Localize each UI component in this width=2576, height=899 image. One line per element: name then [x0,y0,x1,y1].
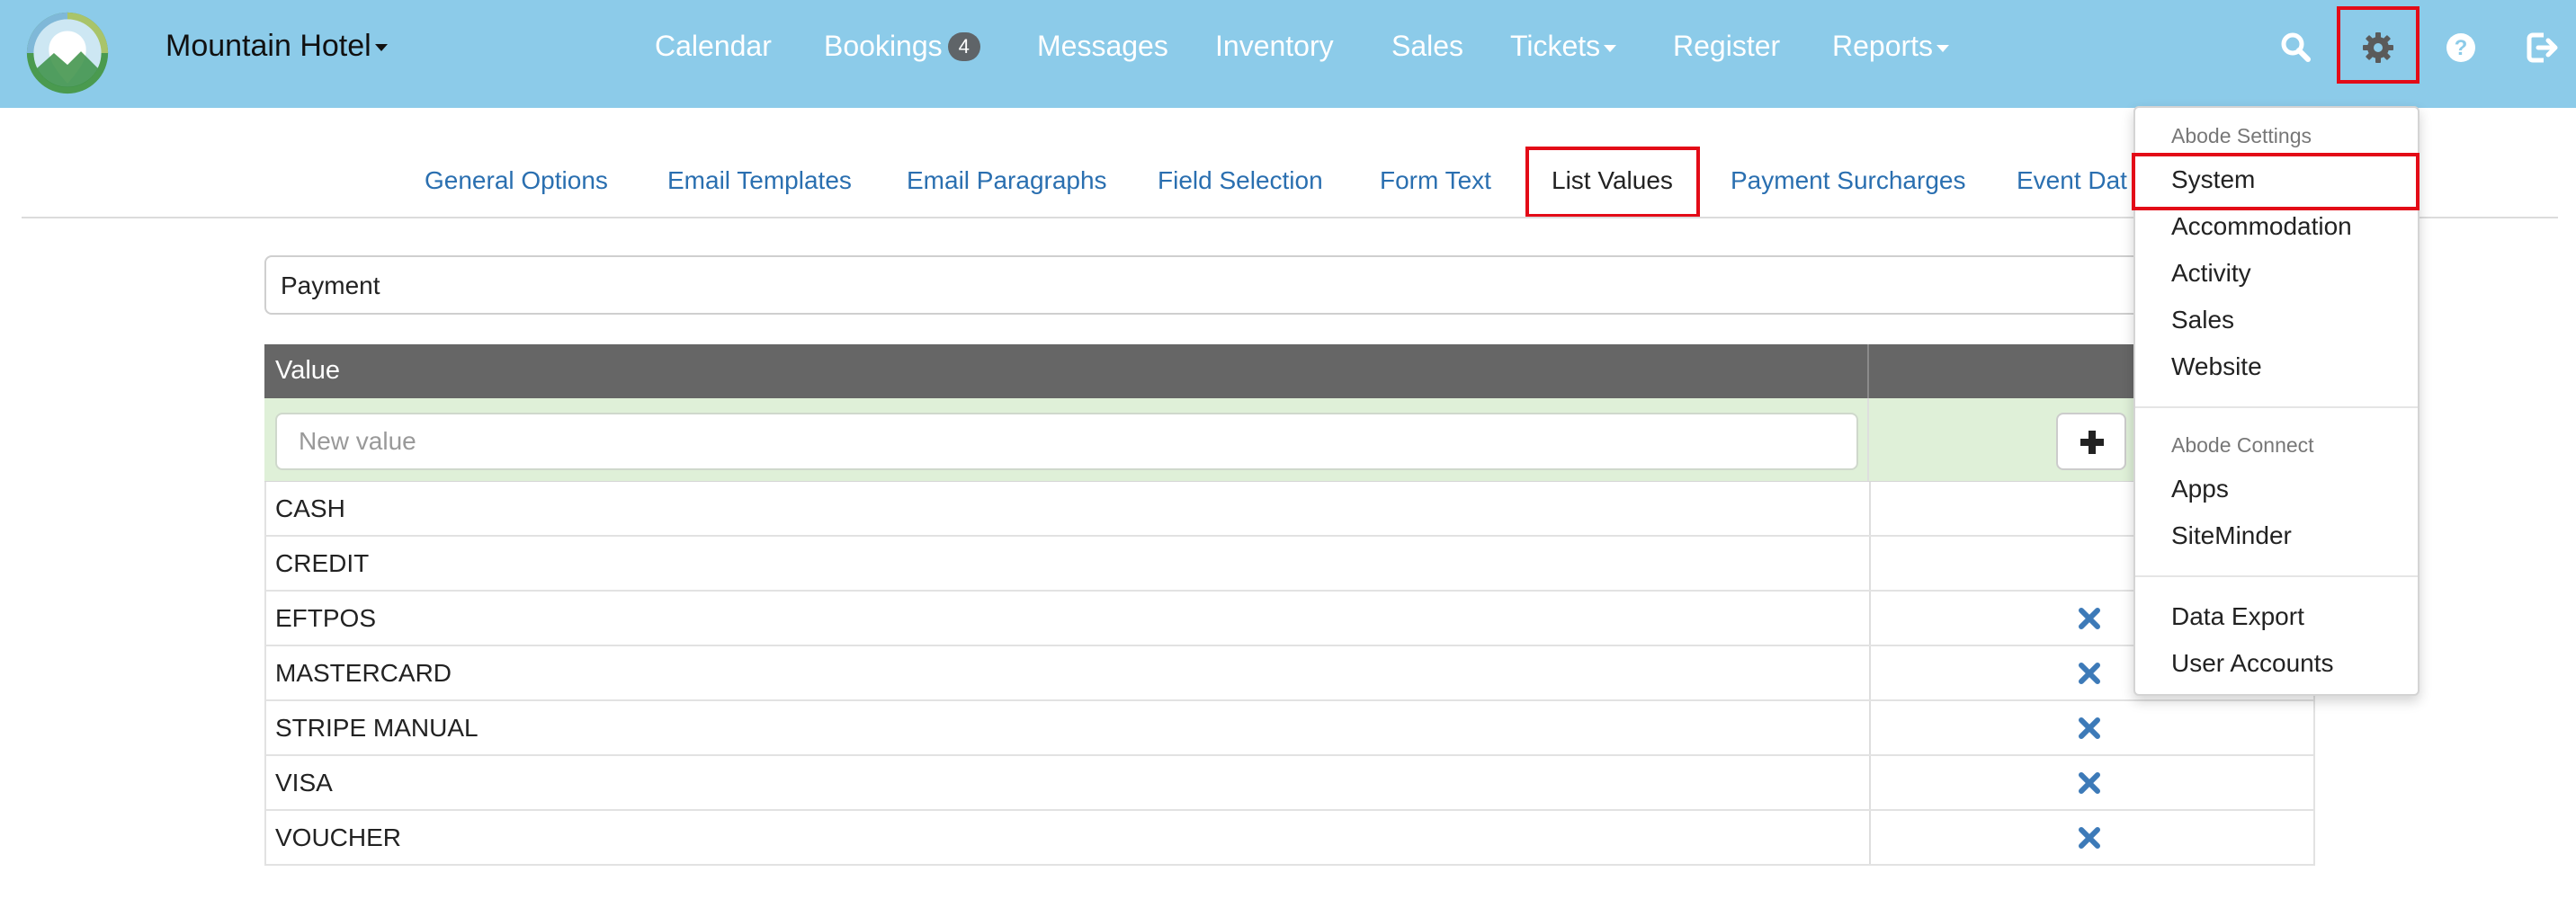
menu-header-abode-settings: Abode Settings [2171,124,2312,147]
table-row: CREDIT [264,537,2315,592]
menu-item-data-export[interactable]: Data Export [2171,602,2304,631]
nav-messages-label: Messages [1037,30,1168,62]
menu-header-abode-connect: Abode Connect [2171,433,2314,457]
menu-item-sales[interactable]: Sales [2171,306,2234,334]
nav-reports[interactable]: Reports [1832,30,1950,63]
column-divider [1869,482,1871,535]
table-header: Value [264,344,2315,398]
nav-inventory[interactable]: Inventory [1215,30,1334,63]
row-value: VISA [275,769,333,797]
row-value: STRIPE MANUAL [275,714,479,742]
table-row: VISA [264,756,2315,811]
table-row: CASH [264,482,2315,537]
row-value: CASH [275,494,345,522]
menu-item-apps[interactable]: Apps [2171,475,2229,503]
hotel-name: Mountain Hotel [165,29,371,63]
top-navbar: Mountain Hotel Calendar Bookings 4 Messag… [0,0,2576,108]
column-divider [1869,701,1871,754]
hotel-logo[interactable] [25,11,110,95]
tab-email-templates[interactable]: Email Templates [667,166,852,195]
delete-icon[interactable] [2078,826,2101,850]
chevron-down-icon [1936,44,1950,52]
column-divider [1869,811,1871,864]
tab-event-dates[interactable]: Event Dat [2017,166,2127,195]
chevron-down-icon [374,44,388,52]
row-value: VOUCHER [275,823,402,851]
menu-divider [2135,575,2418,577]
table-row: EFTPOS [264,592,2315,646]
plus-icon [2080,431,2104,454]
nav-register[interactable]: Register [1673,30,1780,63]
nav-messages[interactable]: Messages [1037,30,1168,63]
hotel-selector[interactable]: Mountain Hotel [165,29,388,64]
bookings-count-badge: 4 [947,32,980,61]
row-value: MASTERCARD [275,659,452,687]
menu-divider [2135,406,2418,408]
gear-icon[interactable] [2360,30,2396,66]
column-divider [1869,537,1871,590]
logout-icon[interactable] [2524,30,2560,66]
nav-bookings-label: Bookings [824,30,943,62]
add-value-button[interactable] [2056,413,2126,470]
tab-general-options[interactable]: General Options [425,166,608,195]
nav-inventory-label: Inventory [1215,30,1334,62]
column-divider [1867,344,1869,398]
column-divider [1869,592,1871,645]
delete-icon[interactable] [2078,771,2101,795]
tab-form-text[interactable]: Form Text [1380,166,1491,195]
help-icon[interactable]: ? [2443,30,2479,66]
delete-icon[interactable] [2078,607,2101,630]
menu-item-activity[interactable]: Activity [2171,259,2251,288]
settings-dropdown-menu: Abode Settings System Accommodation Acti… [2132,106,2419,696]
row-value: CREDIT [275,549,370,577]
nav-register-label: Register [1673,30,1781,62]
table-row: STRIPE MANUAL [264,701,2315,756]
nav-bookings[interactable]: Bookings 4 [824,30,980,63]
menu-item-accommodation[interactable]: Accommodation [2171,212,2352,241]
list-type-value: Payment [281,271,380,299]
tab-list-values[interactable]: List Values [1552,166,1673,195]
new-value-input[interactable] [275,413,1858,470]
column-divider [1867,398,1869,481]
chevron-down-icon [1604,44,1617,52]
column-header-value: Value [275,356,341,385]
list-values-table: Value CASH CREDIT EFTPOS MASTERCARD STRI… [264,344,2315,866]
tab-payment-surcharges[interactable]: Payment Surcharges [1731,166,1965,195]
menu-item-siteminder[interactable]: SiteMinder [2171,521,2292,550]
menu-item-user-accounts[interactable]: User Accounts [2171,649,2334,678]
new-value-row [264,398,2315,482]
svg-text:?: ? [2455,36,2468,60]
nav-sales[interactable]: Sales [1391,30,1463,63]
tab-field-selection[interactable]: Field Selection [1158,166,1323,195]
nav-reports-label: Reports [1832,30,1934,62]
table-row: MASTERCARD [264,646,2315,701]
delete-icon[interactable] [2078,717,2101,740]
nav-tickets-label: Tickets [1510,30,1601,62]
list-type-select[interactable]: Payment [264,255,2315,315]
row-value: EFTPOS [275,604,377,632]
nav-tickets[interactable]: Tickets [1510,30,1617,63]
column-divider [1869,756,1871,809]
delete-icon[interactable] [2078,662,2101,685]
column-divider [1869,646,1871,699]
menu-item-system[interactable]: System [2171,165,2255,194]
search-icon[interactable] [2278,30,2314,66]
nav-sales-label: Sales [1391,30,1464,62]
tab-email-paragraphs[interactable]: Email Paragraphs [907,166,1107,195]
menu-item-website[interactable]: Website [2171,352,2262,381]
nav-calendar[interactable]: Calendar [655,30,772,63]
table-row: VOUCHER [264,811,2315,866]
nav-calendar-label: Calendar [655,30,772,62]
